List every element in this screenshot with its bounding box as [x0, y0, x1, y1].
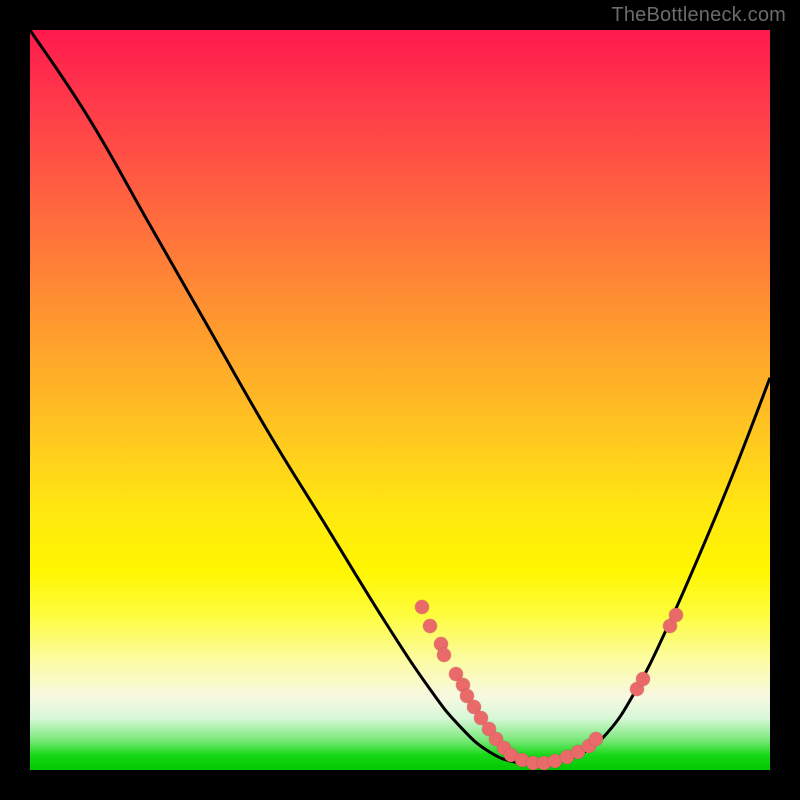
curve-marker: [669, 608, 683, 622]
watermark-text: TheBottleneck.com: [611, 4, 786, 27]
curve-marker: [589, 732, 603, 746]
curve-path: [30, 30, 770, 764]
curve-marker: [423, 619, 437, 633]
bottleneck-curve: [30, 30, 770, 770]
plot-area: [30, 30, 770, 770]
curve-marker: [636, 672, 650, 686]
chart-stage: TheBottleneck.com: [0, 0, 800, 800]
